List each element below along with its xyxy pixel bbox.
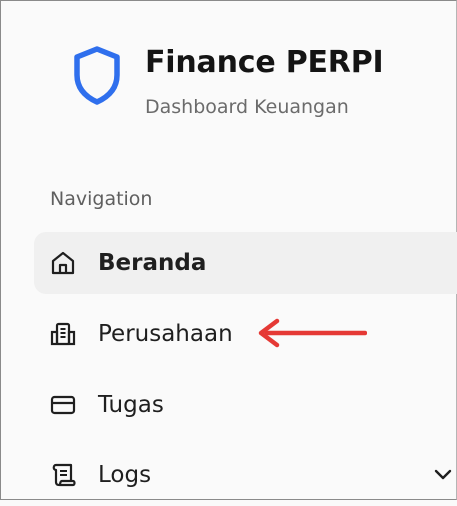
navigation-heading: Navigation [50,188,153,210]
nav-item-logs[interactable]: Logs [34,444,457,506]
nav-item-label: Logs [98,462,152,488]
scroll-icon [52,463,76,487]
nav-item-beranda[interactable]: Beranda [34,232,457,294]
app-title: Finance PERPI [145,45,384,80]
home-icon [51,251,75,275]
chevron-down-icon[interactable] [432,464,454,486]
nav-item-label: Perusahaan [98,321,233,347]
building-icon [50,322,76,346]
credit-card-icon [50,395,76,415]
shield-icon [74,46,120,105]
annotation-arrow-icon [258,318,367,348]
nav-item-tugas[interactable]: Tugas [34,374,457,436]
nav-item-label: Tugas [98,392,164,418]
sidebar-panel: Finance PERPI Dashboard Keuangan Navigat… [0,0,457,500]
app-subtitle: Dashboard Keuangan [145,96,349,118]
nav-item-perusahaan[interactable]: Perusahaan [34,303,457,365]
nav-item-label: Beranda [98,250,207,276]
